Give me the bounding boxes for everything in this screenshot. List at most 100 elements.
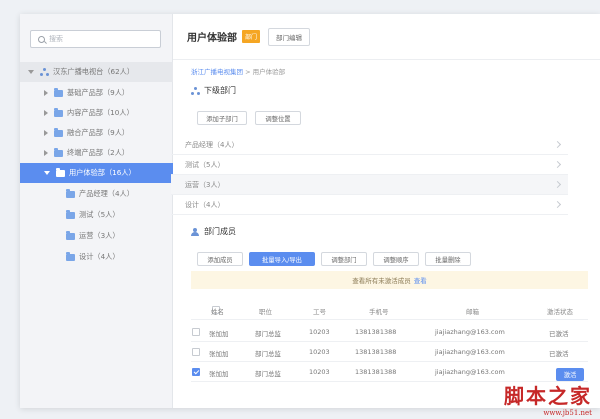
batch-delete-button[interactable]: 批量删除: [425, 252, 471, 266]
chevron-right-icon: [553, 160, 562, 169]
tree-item-ux[interactable]: 用户体验部（16人）: [20, 163, 173, 183]
cell-status: 已激活: [549, 330, 569, 338]
tree-item-content[interactable]: 内容产品部（10人）: [20, 103, 173, 123]
tree-child-test[interactable]: 测试（5人）: [20, 205, 173, 225]
search-input[interactable]: 搜索: [30, 30, 161, 48]
user-icon: [191, 227, 200, 236]
add-member-button[interactable]: 添加成员: [197, 252, 243, 266]
tree-item-terminal[interactable]: 终端产品部（2人）: [20, 143, 173, 163]
tree-item-label: 融合产品部（9人）: [67, 128, 130, 137]
cell-name: 张加加: [209, 370, 229, 378]
notice-link[interactable]: 查看: [414, 275, 427, 285]
folder-icon: [56, 167, 65, 177]
subdept-title: 下级部门: [204, 86, 236, 95]
tree-child-label: 测试（5人）: [79, 210, 120, 219]
tree-item-fusion[interactable]: 融合产品部（9人）: [20, 123, 173, 143]
chevron-down-icon: [44, 171, 50, 175]
col-status: 激活状态: [547, 308, 573, 316]
tree-child-pm[interactable]: 产品经理（4人）: [20, 184, 173, 204]
cell-phone: 1381381388: [355, 368, 397, 376]
subdept-row[interactable]: 运营（3人）: [171, 175, 568, 195]
table-row[interactable]: 张加加 部门总监 10203 1381381388 jiajiazhang@16…: [191, 342, 588, 362]
subdept-row-label: 测试（5人）: [185, 160, 225, 169]
subdept-section-title: 下级部门: [191, 85, 236, 96]
table-row[interactable]: 张加加 部门总监 10203 1381381388 jiajiazhang@16…: [191, 322, 588, 342]
org-icon: [40, 68, 49, 76]
cell-phone: 1381381388: [355, 348, 397, 356]
cell-id: 10203: [309, 328, 330, 336]
reorder-members-button[interactable]: 调整顺序: [373, 252, 419, 266]
cell-status: 已激活: [549, 350, 569, 358]
chevron-right-icon: [553, 140, 562, 149]
reorder-button[interactable]: 调整位置: [255, 111, 301, 125]
table-header: 姓名 职位 工号 手机号 邮箱 激活状态: [191, 300, 588, 320]
table-row[interactable]: 张加加 部门总监 10203 1381381388 jiajiazhang@16…: [191, 362, 588, 382]
subdept-row[interactable]: 设计（4人）: [171, 195, 568, 215]
sidebar: 搜索 汉东广播电视台（62人） 基础产品部（9人） 内容产品部（10人） 融合产…: [20, 14, 173, 408]
col-phone: 手机号: [369, 308, 389, 316]
col-email: 邮箱: [466, 308, 479, 316]
cell-id: 10203: [309, 368, 330, 376]
cell-email: jiajiazhang@163.com: [435, 328, 505, 336]
breadcrumb: 浙江广播电视集团 > 用户体验部: [191, 66, 285, 76]
add-subdept-button[interactable]: 添加子部门: [197, 111, 247, 125]
col-name: 姓名: [211, 308, 224, 316]
folder-icon: [54, 107, 63, 117]
cell-name: 张加加: [209, 350, 229, 358]
tree-child-ops[interactable]: 运营（3人）: [20, 226, 173, 246]
chevron-down-icon: [28, 70, 34, 74]
edit-dept-button[interactable]: 部门编辑: [268, 27, 311, 46]
breadcrumb-current: 用户体验部: [252, 68, 286, 76]
folder-icon: [66, 209, 75, 219]
search-placeholder: 搜索: [49, 35, 63, 43]
tree-root[interactable]: 汉东广播电视台（62人）: [20, 62, 173, 82]
header: 用户体验部 部门 部门编辑: [173, 14, 600, 60]
row-checkbox[interactable]: [192, 348, 200, 356]
batch-import-export-button[interactable]: 批量导入/导出: [249, 252, 315, 266]
subdept-row-label: 产品经理（4人）: [185, 140, 239, 149]
move-dept-button[interactable]: 调整部门: [321, 252, 367, 266]
folder-icon: [54, 147, 63, 157]
cell-id: 10203: [309, 348, 330, 356]
folder-icon: [54, 87, 63, 97]
subdept-row-label: 设计（4人）: [185, 200, 225, 209]
row-checkbox[interactable]: [192, 328, 200, 336]
chevron-right-icon: [44, 130, 48, 136]
dept-badge: 部门: [242, 30, 261, 43]
breadcrumb-separator: >: [245, 68, 251, 76]
tree-item-basic[interactable]: 基础产品部（9人）: [20, 83, 173, 103]
inactive-notice: 查看所有未激活成员 查看: [191, 271, 588, 289]
breadcrumb-root[interactable]: 浙江广播电视集团: [191, 68, 243, 76]
tree-child-label: 设计（4人）: [79, 252, 120, 261]
chevron-right-icon: [553, 200, 562, 209]
cell-title: 部门总监: [255, 350, 281, 358]
tree-child-label: 产品经理（4人）: [79, 189, 134, 198]
tree-root-label: 汉东广播电视台（62人）: [53, 67, 135, 76]
folder-icon: [54, 127, 63, 137]
cell-name: 张加加: [209, 330, 229, 338]
folder-icon: [66, 230, 75, 240]
folder-icon: [66, 251, 75, 261]
cell-email: jiajiazhang@163.com: [435, 348, 505, 356]
tree-child-design[interactable]: 设计（4人）: [20, 247, 173, 267]
tree-item-label: 基础产品部（9人）: [67, 88, 130, 97]
tree-child-label: 运营（3人）: [79, 231, 120, 240]
members-section-title: 部门成员: [191, 226, 236, 237]
page-title: 用户体验部: [187, 33, 237, 44]
subdept-row[interactable]: 产品经理（4人）: [171, 135, 568, 155]
col-title: 职位: [259, 308, 272, 316]
row-checkbox[interactable]: [192, 368, 200, 376]
cell-title: 部门总监: [255, 370, 281, 378]
cell-title: 部门总监: [255, 330, 281, 338]
watermark-url: www.jb51.net: [543, 409, 592, 417]
chevron-right-icon: [44, 110, 48, 116]
chevron-right-icon: [553, 180, 562, 189]
cell-phone: 1381381388: [355, 328, 397, 336]
members-title: 部门成员: [204, 227, 236, 236]
folder-icon: [66, 188, 75, 198]
watermark: 脚本之家 www.jb51.net: [504, 380, 592, 417]
notice-text: 查看所有未激活成员: [352, 277, 411, 285]
search-icon: [38, 35, 45, 43]
col-id: 工号: [313, 308, 326, 316]
subdept-row[interactable]: 测试（5人）: [171, 155, 568, 175]
